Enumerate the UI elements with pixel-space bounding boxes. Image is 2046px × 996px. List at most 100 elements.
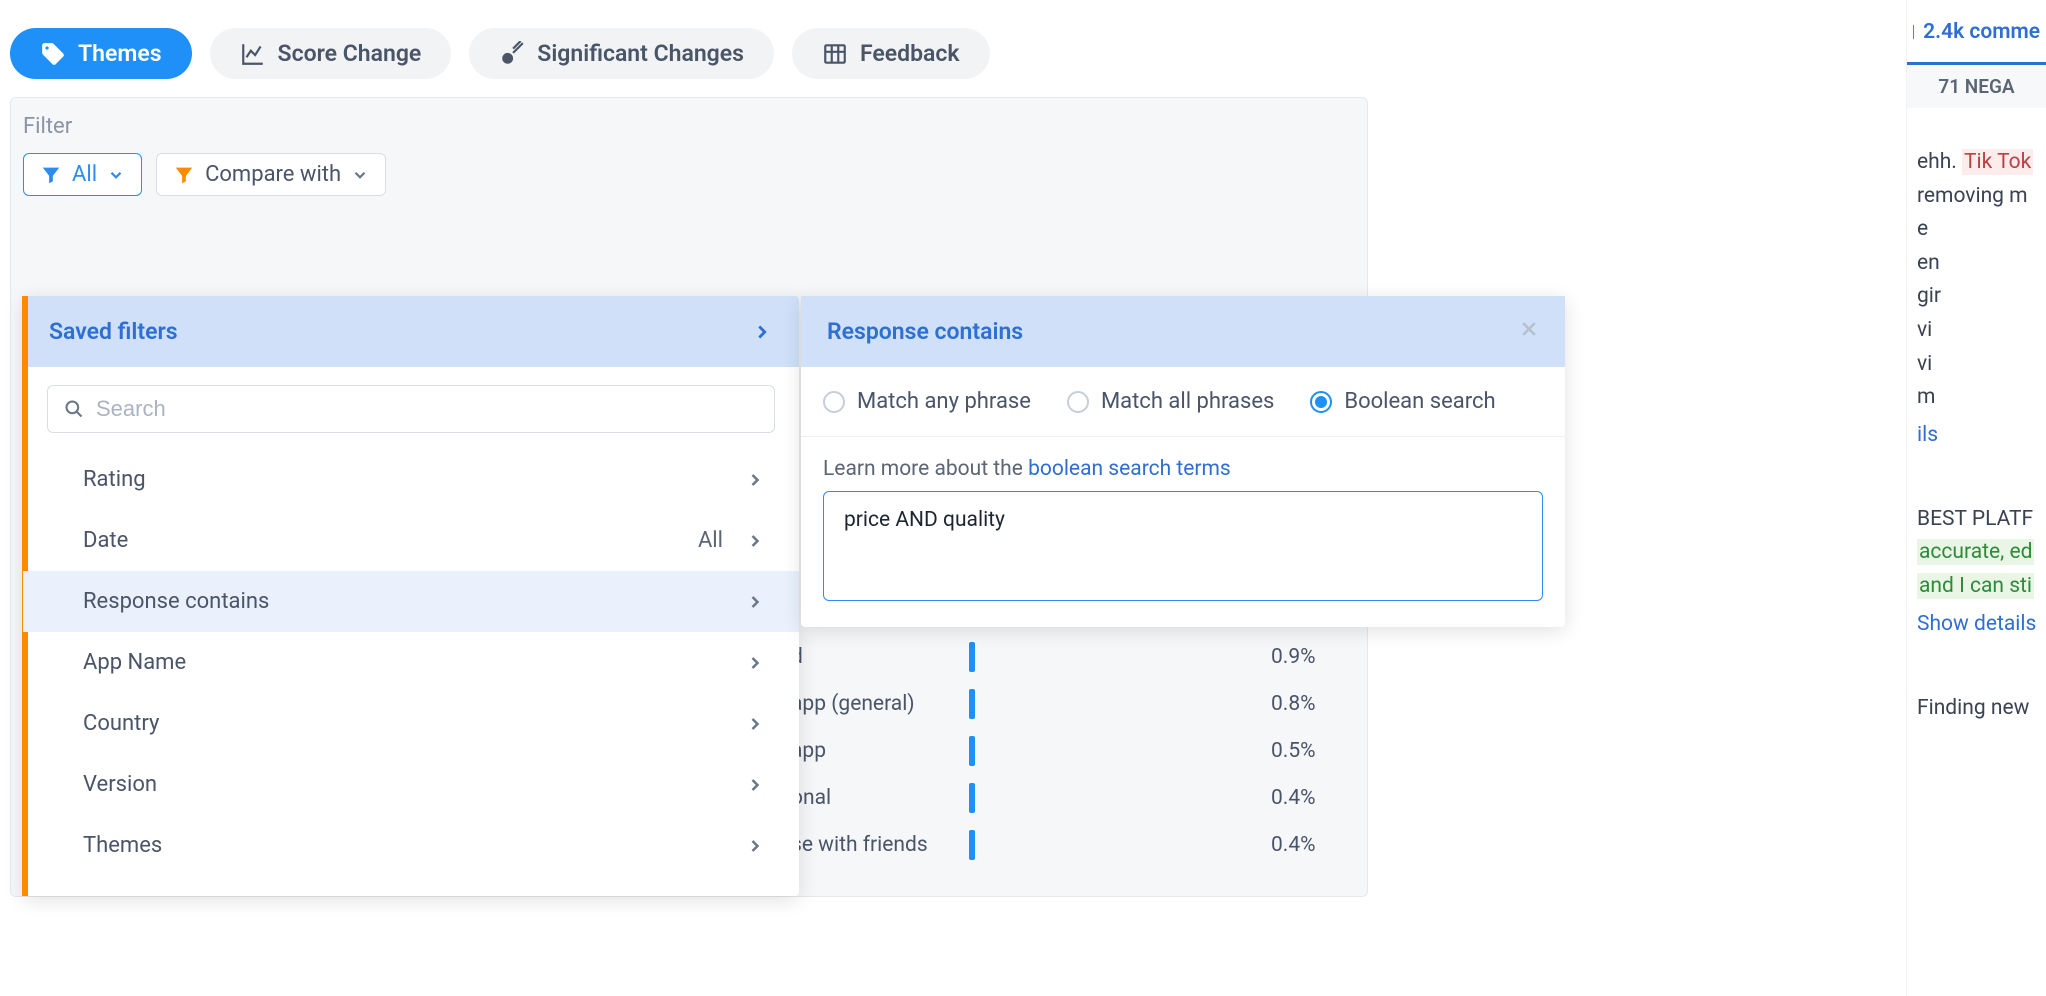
chart-row: app0.5% — [791, 727, 975, 774]
saved-filters-title: Saved filters — [49, 318, 178, 345]
search-input[interactable] — [96, 396, 758, 422]
comment-card: Finding new — [1907, 684, 2046, 734]
boolean-query-input[interactable] — [823, 491, 1543, 601]
filter-item-right: All — [698, 528, 765, 553]
chevron-right-icon — [751, 321, 773, 343]
filter-item-version[interactable]: Version — [23, 754, 799, 815]
tab-feedback[interactable]: Feedback — [792, 28, 990, 79]
comment-card: ehh. Tik Tok removing m e en gir vi vi m… — [1907, 138, 2046, 455]
chart-bar — [969, 830, 975, 860]
chevron-down-icon — [107, 166, 125, 184]
filter-item-right — [745, 470, 765, 490]
chart-row-label: app — [791, 739, 951, 763]
radio-label: Boolean search — [1344, 389, 1495, 414]
negative-count: 71 NEGA — [1907, 65, 2046, 108]
chevron-right-icon — [745, 653, 765, 673]
search-icon — [64, 399, 84, 419]
chart-row-pct: 0.9% — [1271, 645, 1356, 669]
comment-text: ehh. Tik Tok — [1917, 146, 2046, 180]
tab-label: Significant Changes — [537, 40, 744, 67]
tab-significant-changes[interactable]: Significant Changes — [469, 28, 774, 79]
comet-icon — [499, 41, 525, 67]
response-contains-panel: Response contains Match any phrase Match… — [801, 296, 1565, 627]
chart-row-pct: 0.4% — [1271, 833, 1356, 857]
chart-bar — [969, 642, 975, 672]
text-fragment: gir — [1917, 280, 2046, 314]
learn-more-text: Learn more about the boolean search term… — [823, 457, 1543, 481]
chip-label: All — [72, 162, 97, 187]
table-icon — [822, 41, 848, 67]
text-fragment: en — [1917, 247, 2046, 281]
chevron-right-icon — [745, 592, 765, 612]
chart-bar — [969, 783, 975, 813]
compare-with-chip[interactable]: Compare with — [156, 153, 386, 196]
text-fragment: vi — [1917, 314, 2046, 348]
comment-card: BEST PLATF accurate, ed and I can sti Sh… — [1907, 495, 2046, 644]
filter-item-country[interactable]: Country — [23, 693, 799, 754]
response-contains-title: Response contains — [827, 318, 1023, 345]
text-fragment: e — [1917, 213, 2046, 247]
comments-tab[interactable]: 2.4k comme — [1907, 0, 2046, 65]
tab-themes[interactable]: Themes — [10, 28, 192, 79]
saved-filters-search-wrap — [23, 367, 799, 443]
text-fragment: m — [1917, 381, 2046, 415]
tag-icon — [40, 41, 66, 67]
response-contains-body: Learn more about the boolean search term… — [801, 437, 1565, 627]
filter-item-app-name[interactable]: App Name — [23, 632, 799, 693]
radio-match-all[interactable]: Match all phrases — [1067, 389, 1274, 414]
radio-boolean-search[interactable]: Boolean search — [1310, 389, 1495, 414]
radio-circle — [1310, 391, 1332, 413]
chevron-right-icon — [745, 531, 765, 551]
filter-label: Filter — [23, 114, 1355, 139]
filter-item-right — [745, 653, 765, 673]
search-box[interactable] — [47, 385, 775, 433]
saved-filters-list: Rating Date All Response contains App Name Co… — [23, 443, 799, 896]
chart-row-label: se with friends — [791, 833, 951, 857]
text-fragment: vi — [1917, 348, 2046, 382]
filter-item-label: Country — [83, 711, 159, 736]
chart-row: se with friends0.4% — [791, 821, 975, 868]
filter-item-right — [745, 592, 765, 612]
chart-row-label: app (general) — [791, 692, 951, 716]
radio-label: Match any phrase — [857, 389, 1031, 414]
filter-all-chip[interactable]: All — [23, 153, 142, 196]
chevron-right-icon — [745, 714, 765, 734]
filter-item-response-contains[interactable]: Response contains — [23, 571, 799, 632]
filter-item-right — [745, 775, 765, 795]
chevron-down-icon — [351, 166, 369, 184]
filter-item-rating[interactable]: Rating — [23, 449, 799, 510]
chevron-right-icon — [745, 836, 765, 856]
boolean-terms-link[interactable]: boolean search terms — [1028, 457, 1231, 481]
radio-circle — [823, 391, 845, 413]
filter-item-label: Date — [83, 528, 128, 553]
filter-panel: Filter All Compare with d0.9%app (genera… — [10, 97, 1368, 897]
tab-label: Score Change — [278, 40, 422, 67]
show-details-link[interactable]: ils — [1917, 415, 2046, 447]
radio-match-any[interactable]: Match any phrase — [823, 389, 1031, 414]
saved-filters-header[interactable]: Saved filters — [23, 296, 799, 367]
response-contains-header: Response contains — [801, 296, 1565, 367]
highlight-positive: accurate, ed — [1917, 539, 2034, 565]
tab-label: Themes — [78, 40, 162, 67]
show-details-link[interactable]: Show details — [1917, 604, 2046, 636]
line-chart-icon — [240, 41, 266, 67]
chart-row: app (general)0.8% — [791, 680, 975, 727]
chart-row-pct: 0.8% — [1271, 692, 1356, 716]
filter-item-label: Version — [83, 772, 157, 797]
filter-item-themes[interactable]: Themes — [23, 815, 799, 876]
close-button[interactable] — [1519, 318, 1539, 345]
chip-label: Compare with — [205, 162, 341, 187]
filter-item-date[interactable]: Date All — [23, 510, 799, 571]
filter-item-right — [745, 836, 765, 856]
chart-row-pct: 0.5% — [1271, 739, 1356, 763]
tab-score-change[interactable]: Score Change — [210, 28, 452, 79]
chart-row: d0.9% — [791, 633, 975, 680]
chevron-right-icon — [745, 470, 765, 490]
filter-item-label: App Name — [83, 650, 186, 675]
filter-item-label: Response contains — [83, 589, 269, 614]
highlight-negative: removing m — [1917, 180, 2028, 214]
comment-text: BEST PLATF — [1917, 503, 2046, 537]
chart-row: onal0.4% — [791, 774, 975, 821]
match-mode-radios: Match any phrase Match all phrases Boole… — [801, 367, 1565, 437]
text-fragment: ehh. — [1917, 150, 1962, 174]
